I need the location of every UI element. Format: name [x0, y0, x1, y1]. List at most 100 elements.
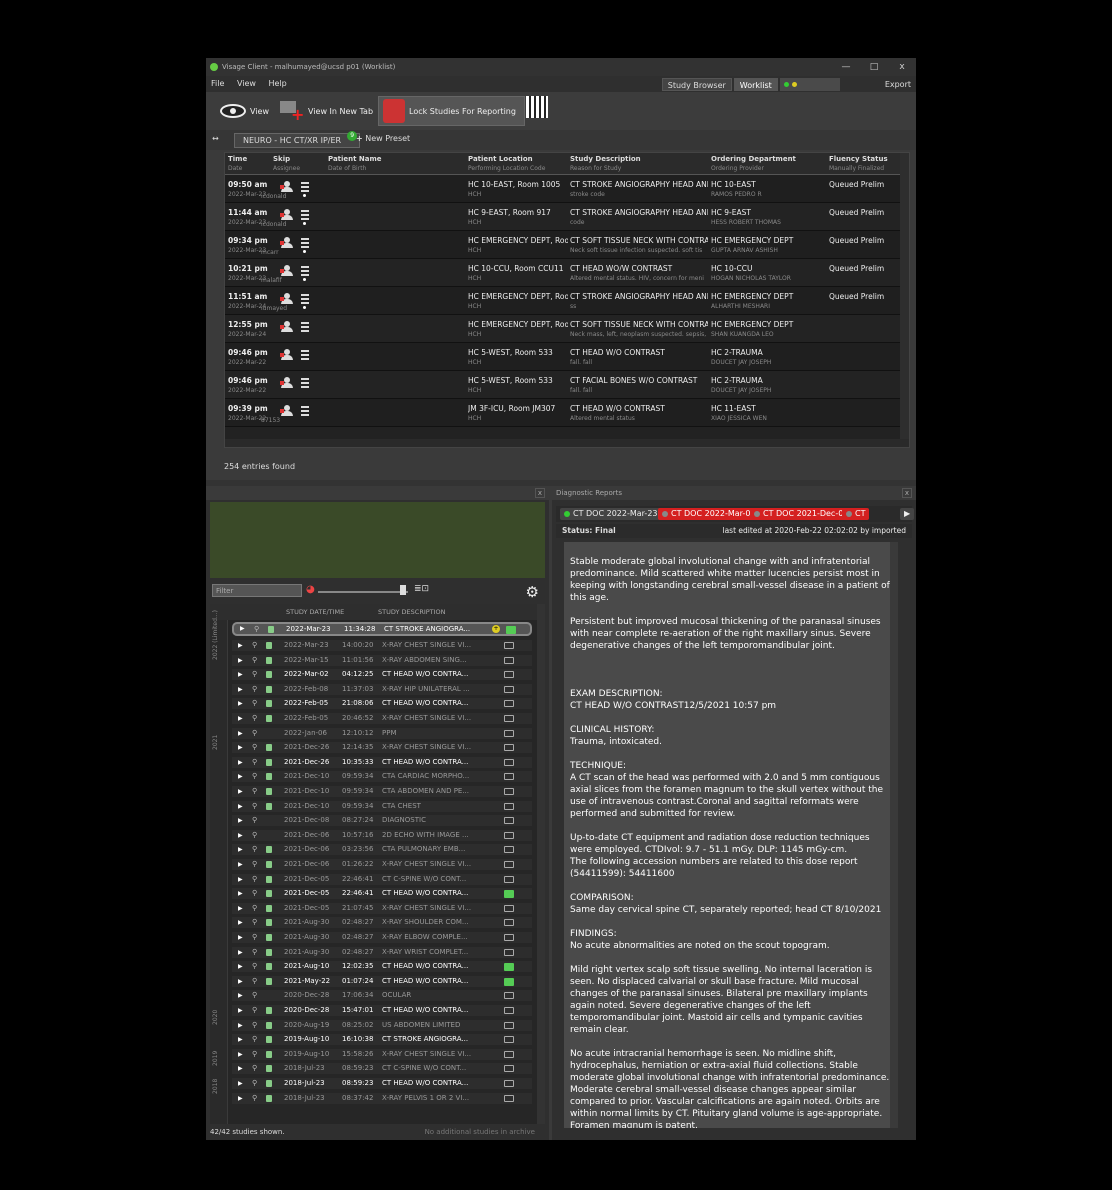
pin-icon[interactable]: ⚲ — [252, 669, 257, 680]
study-row[interactable]: ▶ ⚲ 2019-Aug-10 16:10:38 CT STROKE ANGIOGRA.… — [232, 1034, 532, 1046]
study-checkbox[interactable] — [504, 729, 514, 737]
study-row[interactable]: ▶ ⚲ 2021-Dec-08 08:27:24 DIAGNOSTIC — [232, 815, 532, 827]
study-row[interactable]: ▶ ⚲ 2020-Aug-19 08:25:02 US ABDOMEN LIMITED — [232, 1019, 532, 1031]
qr-code-icon[interactable] — [526, 96, 548, 118]
study-checkbox[interactable] — [504, 1080, 514, 1087]
study-checkbox[interactable] — [504, 1094, 514, 1102]
play-icon[interactable]: ▶ — [238, 1034, 243, 1045]
play-icon[interactable]: ▶ — [240, 624, 245, 634]
title-bar[interactable]: Visage Client - malhumayed@ucsd p01 (Wor… — [206, 58, 916, 76]
study-row[interactable]: ▶ ⚲ 2021-Dec-10 09:59:34 CTA CHEST — [232, 800, 532, 812]
study-checkbox[interactable] — [504, 642, 514, 649]
study-list-scrollbar[interactable] — [537, 604, 545, 1124]
study-checkbox[interactable] — [504, 890, 514, 899]
assign-user-icon[interactable] — [280, 377, 294, 389]
report-text[interactable]: Stable moderate global involutional chan… — [564, 542, 898, 1128]
close-button[interactable]: x — [888, 58, 916, 76]
pin-icon[interactable]: ⚲ — [252, 742, 257, 753]
play-icon[interactable]: ▶ — [238, 961, 243, 972]
study-checkbox[interactable] — [504, 861, 514, 868]
study-checkbox[interactable] — [504, 846, 514, 854]
table-row[interactable]: 11:44 am 2022-Mar-23 ıcdonald HC 9-EAST, Ro… — [225, 203, 909, 231]
play-icon[interactable]: ▶ — [238, 844, 243, 855]
pin-icon[interactable]: ⚲ — [252, 815, 257, 826]
priority-icon[interactable] — [301, 266, 309, 276]
play-icon[interactable]: ▶ — [238, 1005, 243, 1016]
play-icon[interactable]: ▶ — [238, 859, 243, 870]
study-row[interactable]: ▶ ⚲ 2022-Mar-23 11:34:28 CT STROKE ANGIOGRA.… — [232, 622, 532, 636]
play-icon[interactable]: ▶ — [238, 669, 243, 680]
pin-icon[interactable]: ⚲ — [252, 684, 257, 695]
study-row[interactable]: ▶ ⚲ 2022-Jan-06 12:10:12 PPM — [232, 727, 532, 739]
study-checkbox[interactable] — [504, 934, 514, 941]
pin-icon[interactable]: ⚲ — [254, 624, 259, 634]
view-new-tab-button[interactable]: + View In New Tab — [280, 96, 373, 126]
study-checkbox[interactable] — [504, 977, 514, 986]
study-checkbox[interactable] — [504, 875, 514, 883]
study-row[interactable]: ▶ ⚲ 2022-Mar-15 11:01:56 X-RAY ABDOMEN SING.… — [232, 654, 532, 666]
layout-icon[interactable]: ≣⊡ — [414, 584, 429, 594]
pin-icon[interactable]: ⚲ — [252, 1063, 257, 1074]
pin-icon[interactable]: ⚲ — [252, 932, 257, 943]
study-row[interactable]: ▶ ⚲ 2021-Dec-06 03:23:56 CTA PULMONARY EMB..… — [232, 844, 532, 856]
priority-icon[interactable] — [301, 182, 309, 192]
study-row[interactable]: ▶ ⚲ 2021-Aug-10 12:02:35 CT HEAD W/O CONTRA.… — [232, 961, 532, 973]
pin-icon[interactable]: ⚲ — [252, 801, 257, 812]
gear-icon[interactable]: ⚙ — [526, 583, 539, 601]
play-icon[interactable]: ▶ — [238, 655, 243, 666]
study-checkbox[interactable] — [504, 773, 514, 781]
play-icon[interactable]: ▶ — [238, 1063, 243, 1074]
worklist-hscroll[interactable] — [225, 439, 909, 447]
table-row[interactable]: 12:55 pm 2022-Mar-24 HC EMERGENCY DEPT, Ro… — [225, 315, 909, 343]
study-checkbox[interactable] — [504, 992, 514, 1000]
study-row[interactable]: ▶ ⚲ 2020-Dec-28 15:47:01 CT HEAD W/O CONTRA.… — [232, 1005, 532, 1016]
filter-input[interactable]: Filter — [212, 584, 302, 597]
priority-icon[interactable] — [301, 322, 309, 332]
play-icon[interactable]: ▶ — [238, 990, 243, 1001]
col-patient-name[interactable]: Patient Name Date of Birth — [328, 155, 382, 173]
maximize-button[interactable]: □ — [860, 58, 888, 76]
play-icon[interactable]: ▶ — [238, 698, 243, 709]
pin-icon[interactable]: ⚲ — [252, 713, 257, 724]
pin-icon[interactable]: ⚲ — [252, 757, 257, 768]
tab-study-browser[interactable]: Study Browser — [661, 77, 732, 91]
play-icon[interactable]: ▶ — [238, 728, 243, 739]
col-study-description[interactable]: Study Description Reason for Study — [570, 155, 641, 173]
pin-icon[interactable]: ⚲ — [252, 640, 257, 651]
menu-file[interactable]: File — [206, 76, 229, 92]
study-checkbox[interactable] — [504, 963, 514, 972]
study-checkbox[interactable] — [504, 802, 514, 810]
play-icon[interactable]: ▶ — [238, 947, 243, 958]
play-icon[interactable]: ▶ — [238, 1093, 243, 1104]
study-checkbox[interactable] — [504, 1036, 514, 1044]
study-row[interactable]: ▶ ⚲ 2021-Dec-26 12:14:35 X-RAY CHEST SINGLE … — [232, 742, 532, 754]
worklist-vscroll[interactable] — [900, 153, 909, 441]
pin-icon[interactable]: ⚲ — [252, 786, 257, 797]
study-checkbox[interactable] — [504, 948, 514, 956]
pin-icon[interactable]: ⚲ — [252, 1078, 257, 1089]
pin-icon[interactable]: ⚲ — [252, 976, 257, 987]
study-checkbox[interactable] — [504, 700, 514, 708]
table-row[interactable]: 09:50 am 2022-Mar-23 ıcdonald HC 10-EAST, R… — [225, 175, 909, 203]
study-row[interactable]: ▶ ⚲ 2022-Mar-02 04:12:25 CT HEAD W/O CONTRA.… — [232, 669, 532, 681]
play-icon[interactable]: ▶ — [238, 786, 243, 797]
pin-icon[interactable]: ⚲ — [252, 771, 257, 782]
priority-icon[interactable] — [301, 378, 309, 388]
study-row[interactable]: ▶ ⚲ 2021-Dec-26 10:35:33 CT HEAD W/O CONTRA.… — [232, 756, 532, 768]
study-checkbox[interactable] — [504, 831, 514, 839]
study-row[interactable]: ▶ ⚲ 2021-Aug-30 02:48:27 X-RAY ELBOW COMPLE.… — [232, 932, 532, 943]
study-row[interactable]: ▶ ⚲ 2021-Dec-05 22:46:41 CT C-SPINE W/O CONT… — [232, 873, 532, 885]
study-row[interactable]: ▶ ⚲ 2021-Dec-05 21:07:45 X-RAY CHEST SINGLE … — [232, 902, 532, 914]
study-checkbox[interactable] — [504, 671, 514, 679]
col-patient-location[interactable]: Patient Location Performing Location Code — [468, 155, 545, 173]
study-checkbox[interactable] — [506, 626, 516, 634]
table-row[interactable]: 09:39 pm 2022-Mar-22 87153 JM 3F-ICU, Room … — [225, 399, 909, 427]
close-reports-button[interactable]: x — [902, 488, 912, 498]
study-row[interactable]: ▶ ⚲ 2021-Dec-06 10:57:16 2D ECHO WITH IMAGE … — [232, 829, 532, 841]
play-icon[interactable]: ▶ — [238, 917, 243, 928]
pin-icon[interactable]: ⚲ — [252, 655, 257, 666]
play-icon[interactable]: ▶ — [238, 932, 243, 943]
view-button[interactable]: View — [220, 96, 269, 126]
play-icon[interactable]: ▶ — [238, 1049, 243, 1060]
menu-view[interactable]: View — [232, 76, 261, 92]
